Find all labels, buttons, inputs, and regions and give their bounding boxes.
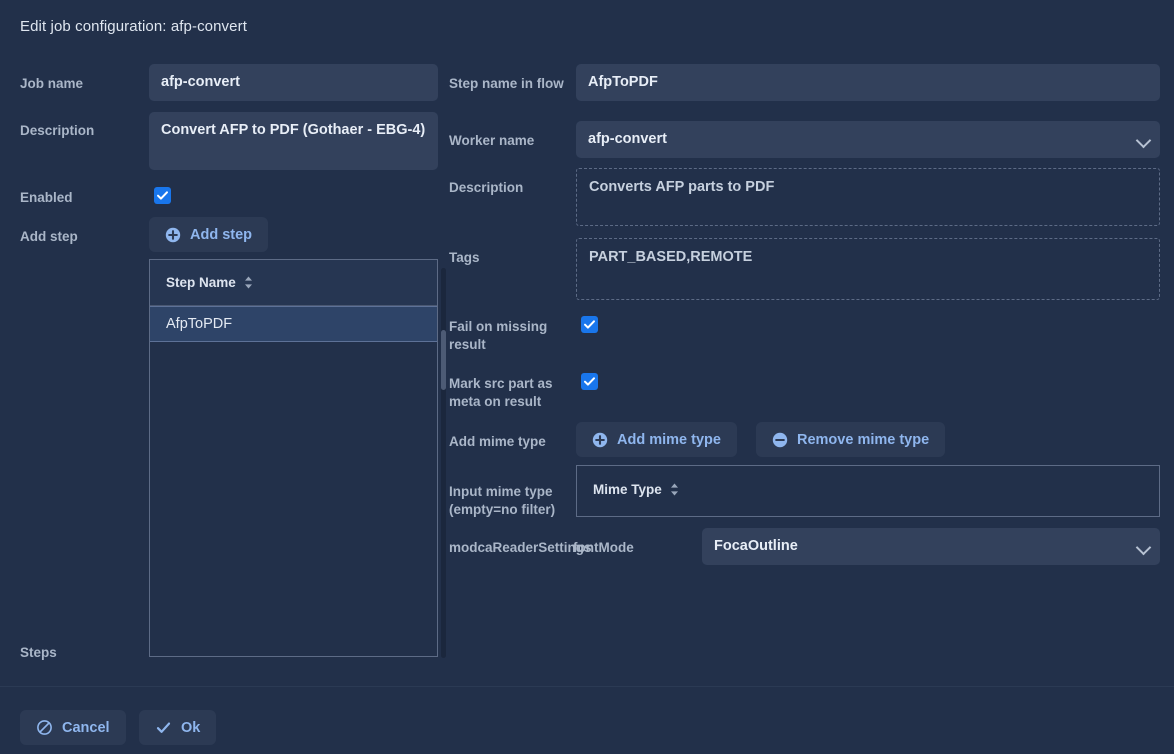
fail-on-missing-result-label: Fail on missing result [449, 319, 548, 352]
form-scrollbar-thumb[interactable] [441, 330, 446, 390]
steps-label: Steps [20, 645, 57, 660]
add-step-button-label: Add step [190, 226, 253, 243]
plus-circle-icon [165, 227, 181, 243]
job-name-label: Job name [20, 76, 84, 91]
add-mime-type-label: Add mime type [449, 434, 546, 449]
modca-reader-settings-label: modcaReaderSettings [449, 540, 592, 555]
fail-on-missing-result-checkbox[interactable] [581, 316, 598, 333]
check-icon [584, 377, 595, 386]
table-row[interactable]: AfpToPDF [150, 306, 437, 342]
step-description-label: Description [449, 180, 524, 195]
check-icon [157, 191, 168, 200]
worker-name-select[interactable]: afp-convert [576, 121, 1160, 158]
enabled-label: Enabled [20, 190, 73, 205]
enabled-checkbox[interactable] [154, 187, 171, 204]
sort-icon[interactable] [244, 276, 253, 289]
job-name-input[interactable]: afp-convert [149, 64, 438, 101]
ban-icon [36, 719, 53, 736]
remove-mime-type-button[interactable]: Remove mime type [756, 422, 946, 457]
steps-column-step-name[interactable]: Step Name [166, 275, 236, 290]
mark-src-part-as-meta-label: Mark src part as meta on result [449, 376, 553, 409]
add-mime-type-button[interactable]: Add mime type [576, 422, 737, 457]
step-description-input[interactable]: Converts AFP parts to PDF [576, 168, 1160, 226]
step-name-in-flow-label: Step name in flow [449, 76, 564, 91]
remove-mime-type-button-label: Remove mime type [797, 431, 930, 448]
form-scrollbar[interactable] [441, 268, 446, 658]
step-name-in-flow-input[interactable]: AfpToPDF [576, 64, 1160, 101]
check-icon [584, 320, 595, 329]
cancel-button[interactable]: Cancel [20, 710, 126, 745]
input-mime-type-table-header: Mime Type [577, 466, 1159, 512]
steps-table-header: Step Name [150, 260, 437, 306]
dialog-title: Edit job configuration: afp-convert [20, 18, 247, 35]
ok-button[interactable]: Ok [139, 710, 217, 745]
cancel-button-label: Cancel [62, 719, 110, 736]
description-label: Description [20, 123, 95, 138]
minus-circle-icon [772, 432, 788, 448]
ok-button-label: Ok [181, 719, 201, 736]
tags-label: Tags [449, 250, 480, 265]
input-mime-type-label: Input mime type (empty=no filter) [449, 484, 556, 517]
check-icon [155, 719, 172, 736]
add-step-button[interactable]: Add step [149, 217, 269, 252]
steps-table: Step Name AfpToPDF [149, 259, 438, 657]
worker-name-label: Worker name [449, 133, 535, 148]
input-mime-type-table: Mime Type [576, 465, 1160, 517]
edit-job-configuration-dialog: Edit job configuration: afp-convert Job … [0, 0, 1174, 754]
modca-reader-settings-font-mode-label: fontMode [573, 540, 634, 555]
add-mime-type-button-label: Add mime type [617, 431, 721, 448]
sort-icon[interactable] [670, 483, 679, 496]
mark-src-part-as-meta-checkbox[interactable] [581, 373, 598, 390]
footer-divider [0, 686, 1174, 687]
font-mode-select[interactable]: FocaOutline [702, 528, 1160, 565]
steps-row-step-name: AfpToPDF [166, 316, 233, 332]
add-step-label: Add step [20, 229, 78, 244]
plus-circle-icon [592, 432, 608, 448]
tags-input[interactable]: PART_BASED,REMOTE [576, 238, 1160, 300]
description-input[interactable]: Convert AFP to PDF (Gothaer - EBG-4) [149, 112, 438, 170]
mime-type-column-header[interactable]: Mime Type [593, 482, 662, 497]
